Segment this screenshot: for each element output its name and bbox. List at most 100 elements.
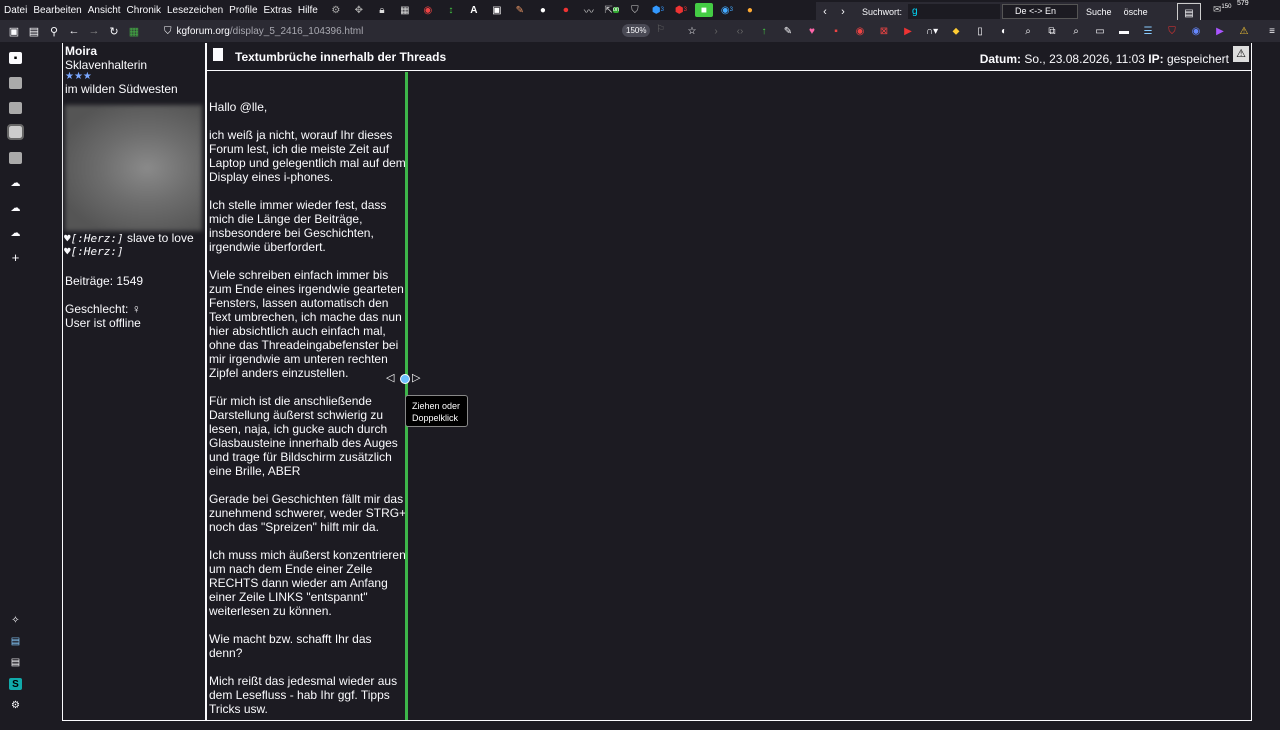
sidebar-settings-icon[interactable]: ⚙ — [9, 699, 22, 711]
menu-extras[interactable]: Extras — [261, 5, 295, 16]
resize-handle[interactable]: ◁ ▷ — [386, 372, 426, 386]
record-icon[interactable]: ⏺ — [557, 3, 575, 17]
poster-name[interactable]: Moira — [65, 44, 97, 58]
sidebar-history-icon[interactable]: ▤ — [9, 656, 22, 668]
back-icon[interactable]: ← — [64, 25, 84, 37]
site-icon[interactable]: ▦ — [124, 25, 144, 38]
video-icon[interactable]: ▶ — [1212, 24, 1228, 38]
menu-bearbeiten[interactable]: Bearbeiten — [30, 5, 84, 16]
url-host: kgforum.org — [176, 25, 230, 37]
poster-location: im wilden Südwesten — [65, 82, 178, 96]
security-shield-icon[interactable]: ⛉ — [164, 26, 172, 37]
sidebar-s-icon[interactable]: S — [9, 678, 22, 690]
red-circle-icon[interactable]: ◉ — [852, 24, 868, 38]
document-icon[interactable]: ▯ — [972, 24, 988, 38]
sidebar-page-icon[interactable]: ▪ — [9, 52, 22, 64]
counter-icon[interactable]: 579 — [1237, 0, 1249, 7]
archive-icon[interactable]: ▭ — [1092, 24, 1108, 38]
search-input[interactable]: g — [908, 4, 1001, 19]
green-square-icon[interactable]: ■ — [694, 3, 713, 17]
clear-button[interactable]: ösche — [1120, 7, 1152, 17]
headphones-icon[interactable]: ∩▾ — [924, 24, 940, 38]
herz-line-1: ♥[:Herz:] slave to love — [64, 231, 194, 246]
tabs-icon[interactable]: ▤ — [24, 25, 44, 38]
red-extension-icon[interactable]: ⬢ 3 — [672, 3, 690, 17]
chevron-left-icon[interactable]: ‹ — [816, 6, 834, 18]
chrome-badge-icon[interactable]: ◉ 3 — [718, 3, 736, 17]
arrow-up-down-icon[interactable]: ↕ — [442, 3, 460, 17]
handle-dot-icon[interactable] — [400, 374, 410, 384]
language-select[interactable]: De <-> En — [1002, 4, 1079, 19]
globe-icon[interactable]: ◉ — [1188, 24, 1204, 38]
heart-icon[interactable]: ♥ — [804, 24, 820, 38]
pin-icon[interactable]: ⚲ — [44, 25, 64, 38]
sidebar-tools-icon[interactable]: ✧ — [9, 614, 22, 626]
menu-hilfe[interactable]: Hilfe — [295, 5, 321, 16]
extension-icon[interactable]: ⚙ — [327, 3, 345, 17]
camera-icon[interactable]: ◐ — [996, 24, 1012, 38]
sidebar-bookmarks-icon[interactable]: ▤ — [9, 635, 22, 647]
avatar — [65, 105, 202, 231]
copy-icon[interactable]: ⧉ — [1044, 24, 1060, 38]
chevron-right-icon[interactable]: › — [708, 24, 724, 38]
zoom-level[interactable]: 150% — [622, 24, 651, 37]
menu-ansicht[interactable]: Ansicht — [85, 5, 124, 16]
code-icon[interactable]: ‹› — [732, 24, 748, 38]
paint-icon[interactable]: ⚐ — [656, 24, 665, 35]
menu-chronik[interactable]: Chronik — [124, 5, 164, 16]
herz-text-1: slave to love — [123, 231, 194, 245]
cursor-badge-icon[interactable]: ⇱ on — [603, 3, 621, 17]
mail-icon[interactable]: ✉150 — [1213, 4, 1231, 15]
post-paragraph: Viele schreiben einfach immer bis zum En… — [209, 268, 404, 380]
online-status: User ist offline — [65, 316, 141, 330]
sidebar-toggle-icon[interactable]: ▣ — [4, 25, 24, 38]
window-icon[interactable]: ▬ — [1116, 24, 1132, 38]
wave-icon[interactable]: 〰 — [580, 3, 598, 18]
screenshot-icon[interactable]: ▣ — [488, 3, 506, 17]
menu-datei[interactable]: Datei — [0, 5, 30, 16]
note-icon[interactable]: ▪ — [828, 24, 844, 38]
orange-icon[interactable]: ● — [741, 3, 759, 17]
bookmark-star-icon[interactable]: ☆ — [684, 24, 700, 38]
search-button[interactable]: Suche — [1082, 7, 1116, 17]
sidebar-ext3-icon[interactable]: ☁ — [9, 227, 22, 239]
warning-icon[interactable]: ⚠ — [1236, 24, 1252, 38]
sidebar-panel1-icon[interactable] — [9, 77, 22, 89]
zoom-icon[interactable]: ⌕ — [1020, 24, 1036, 38]
block-icon[interactable]: ⊠ — [876, 24, 892, 38]
forward-icon[interactable]: → — [84, 25, 104, 37]
sidebar-ext2-icon[interactable]: ☁ — [9, 202, 22, 214]
edit-icon[interactable]: ✎ — [780, 24, 796, 38]
report-warning-icon[interactable]: ⚠ — [1233, 46, 1249, 62]
blue-extension-icon[interactable]: ⬢ 3 — [649, 3, 667, 17]
menu-profile[interactable]: Profile — [226, 5, 260, 16]
menu-icon[interactable]: ≡ — [1264, 24, 1280, 38]
upload-arrow-icon[interactable]: ↑ — [756, 24, 772, 38]
font-icon[interactable]: A — [465, 3, 483, 17]
reload-icon[interactable]: ↻ — [104, 25, 124, 38]
puzzle-icon[interactable]: ✥ — [350, 3, 368, 17]
tooltip-line-2: Doppelklick — [412, 413, 459, 423]
post-paragraph: Hallo @lle, — [209, 100, 268, 114]
chevron-right-icon[interactable]: › — [834, 6, 852, 18]
search-icon[interactable]: ⌕ — [1068, 24, 1084, 38]
menu-lesezeichen[interactable]: Lesezeichen — [164, 5, 226, 16]
sidebar-add-icon[interactable]: + — [9, 250, 22, 265]
list-icon[interactable]: ☰ — [1140, 24, 1156, 38]
shield-red-icon[interactable]: ⛉ — [1164, 24, 1180, 38]
pen-icon[interactable]: ✎ — [511, 3, 529, 17]
sidebar-panel4-icon[interactable] — [9, 152, 22, 164]
sidebar-panel2-icon[interactable] — [9, 102, 22, 114]
yellow-icon[interactable]: ⬥ — [948, 24, 964, 38]
qr-code-icon[interactable]: ▦ — [396, 3, 414, 17]
dot-icon[interactable]: ● — [534, 3, 552, 17]
sidebar-ext1-icon[interactable]: ☁ — [9, 177, 22, 189]
shield-icon[interactable]: ⛉ — [626, 3, 644, 17]
lock-icon[interactable]: 🔒︎ — [373, 3, 391, 17]
poster-profile: Moira Sklavenhalterin ★★★ im wilden Südw… — [62, 43, 206, 721]
post-paragraph: Ich stelle immer wieder fest, dass mich … — [209, 198, 387, 254]
youtube-icon[interactable]: ▶ — [900, 24, 916, 38]
url-bar[interactable]: ⛉ kgforum.org/display_5_2416_104396.html — [164, 20, 363, 42]
color-wheel-icon[interactable]: ◉ — [419, 3, 437, 17]
sidebar-panel3-icon[interactable] — [7, 124, 24, 140]
